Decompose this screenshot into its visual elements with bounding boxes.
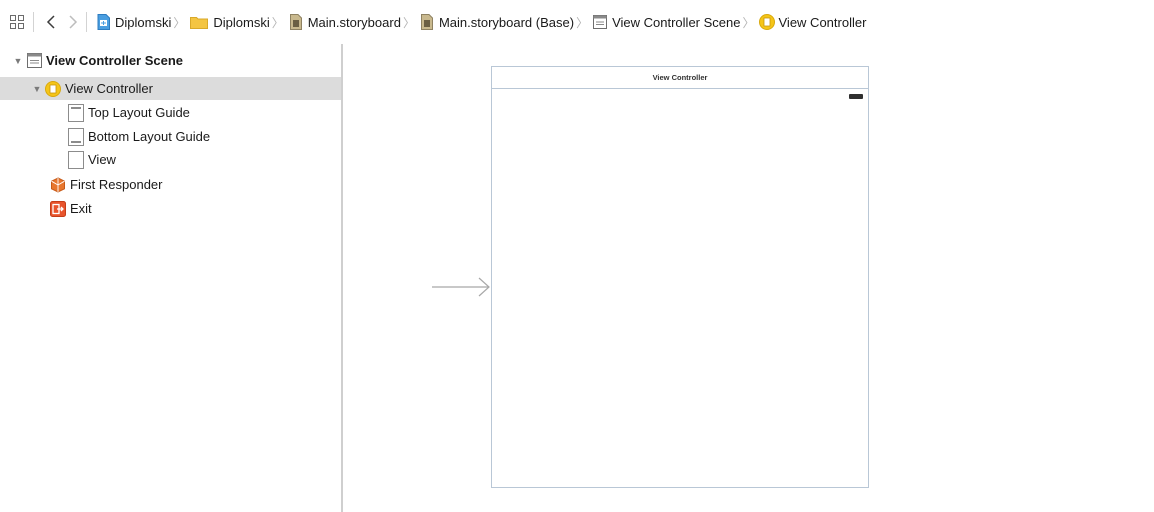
disclosure-triangle-icon[interactable]: ▼ (12, 56, 24, 66)
view-controller-icon (45, 80, 61, 97)
toolbar-divider (86, 12, 87, 32)
outline-item-bottom-layout-guide[interactable]: Bottom Layout Guide (0, 125, 341, 148)
breadcrumb-chevron: 〉 (742, 15, 755, 30)
scene-icon (592, 14, 608, 30)
breadcrumb-chevron: 〉 (402, 15, 415, 30)
outline-item-label: View Controller Scene (46, 53, 184, 68)
breadcrumb-view-controller[interactable]: View Controller (758, 14, 867, 30)
breadcrumb-storyboard-base[interactable]: Main.storyboard (Base) (419, 14, 574, 30)
bottom-layout-guide-icon (68, 127, 84, 146)
breadcrumb-label: View Controller Scene (612, 14, 741, 30)
outline-item-label: First Responder (70, 177, 163, 192)
exit-icon (50, 200, 66, 217)
breadcrumb-chevron: 〉 (173, 15, 186, 30)
related-items-grid-icon[interactable] (7, 12, 27, 32)
view-icon (68, 150, 84, 169)
breadcrumb-label: Main.storyboard (Base) (438, 14, 575, 30)
breadcrumb-storyboard[interactable]: Main.storyboard (288, 14, 401, 30)
initial-arrow-icon[interactable] (432, 276, 492, 298)
storyboard-file-icon (419, 14, 435, 30)
breadcrumb-label: Diplomski (213, 14, 270, 30)
outline-item-exit[interactable]: Exit (0, 197, 341, 220)
outline-item-view[interactable]: View (0, 148, 341, 171)
outline-item-label: View (88, 152, 116, 167)
breadcrumb-label: Main.storyboard (307, 14, 401, 30)
outline-item-scene[interactable]: ▼ View Controller Scene (0, 49, 341, 72)
outline-item-top-layout-guide[interactable]: Top Layout Guide (0, 101, 341, 124)
battery-icon (849, 94, 863, 99)
view-controller-icon (758, 14, 775, 30)
disclosure-triangle-icon[interactable]: ▼ (31, 84, 43, 94)
chevron-left-icon (46, 15, 55, 29)
outline-item-label: Bottom Layout Guide (88, 129, 211, 144)
breadcrumb-label: Diplomski (115, 14, 172, 30)
jump-bar: Diplomski 〉 Diplomski 〉 Main.storyboard … (0, 0, 1154, 44)
breadcrumb-chevron: 〉 (271, 15, 284, 30)
breadcrumb-project[interactable]: Diplomski (95, 14, 171, 30)
top-layout-guide-icon (68, 103, 84, 122)
scene-icon (26, 53, 42, 69)
storyboard-canvas[interactable]: View Controller (343, 44, 1154, 512)
view-controller-scene[interactable]: View Controller (491, 66, 869, 488)
breadcrumb-chevron: 〉 (576, 15, 589, 30)
outline-item-label: View Controller (65, 81, 153, 96)
toolbar-divider (33, 12, 34, 32)
forward-button[interactable] (64, 11, 82, 33)
back-button[interactable] (42, 11, 60, 33)
outline-item-label: Top Layout Guide (88, 105, 190, 120)
chevron-right-icon (69, 15, 78, 29)
scene-title-bar[interactable]: View Controller (492, 67, 868, 89)
outline-item-label: Exit (70, 201, 92, 216)
document-outline: ▼ View Controller Scene ▼ View Controlle… (0, 44, 342, 512)
outline-item-view-controller[interactable]: ▼ View Controller (0, 77, 341, 100)
breadcrumb: Diplomski 〉 Diplomski 〉 Main.storyboard … (95, 14, 866, 31)
outline-item-first-responder[interactable]: First Responder (0, 173, 341, 196)
project-file-icon (95, 14, 111, 30)
storyboard-file-icon (288, 14, 304, 30)
breadcrumb-label: View Controller (778, 14, 867, 30)
first-responder-icon (50, 176, 66, 193)
folder-icon (189, 14, 209, 30)
breadcrumb-scene[interactable]: View Controller Scene (592, 14, 740, 30)
breadcrumb-group[interactable]: Diplomski (189, 14, 270, 30)
